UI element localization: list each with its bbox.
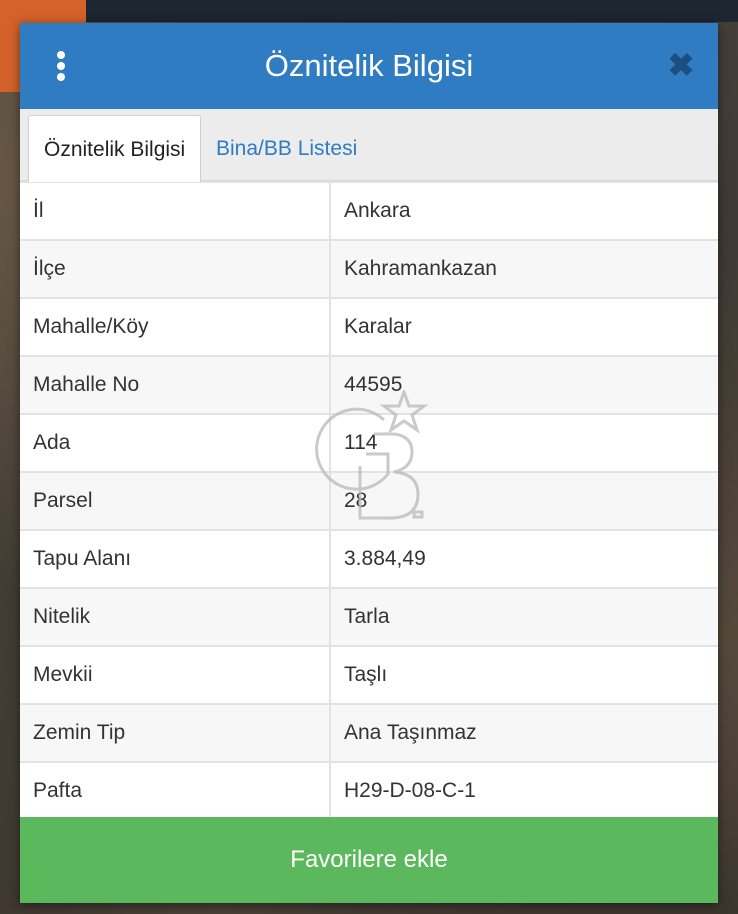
top-bar: [0, 0, 738, 22]
row-key: Mahalle No: [20, 355, 331, 415]
row-value: Kahramankazan: [329, 239, 718, 299]
row-key: Mevkii: [20, 645, 331, 705]
tab-bar: Öznitelik Bilgisi Bina/BB Listesi: [20, 109, 718, 182]
tab-building-list[interactable]: Bina/BB Listesi: [201, 115, 372, 182]
row-key: Zemin Tip: [20, 703, 331, 763]
table-row: Tapu Alanı 3.884,49: [20, 529, 718, 589]
kebab-menu-icon[interactable]: [54, 51, 68, 83]
table-row: Zemin Tip Ana Taşınmaz: [20, 703, 718, 763]
dialog-header: Öznitelik Bilgisi ✖: [20, 23, 718, 109]
row-value: 114: [329, 413, 718, 473]
table-row: Mahalle No 44595: [20, 355, 718, 415]
row-value: 28: [329, 471, 718, 531]
row-key: Tapu Alanı: [20, 529, 331, 589]
row-value: H29-D-08-C-1: [329, 761, 718, 821]
row-key: Pafta: [20, 761, 331, 821]
add-to-favorites-button[interactable]: Favorilere ekle: [20, 817, 718, 903]
row-key: İl: [20, 181, 331, 241]
row-value: 44595: [329, 355, 718, 415]
attribute-table: İl Ankara İlçe Kahramankazan Mahalle/Köy Ka…: [20, 181, 718, 821]
row-value: Ankara: [329, 181, 718, 241]
table-row: Nitelik Tarla: [20, 587, 718, 647]
row-value: 3.884,49: [329, 529, 718, 589]
table-row: Mahalle/Köy Karalar: [20, 297, 718, 357]
row-key: İlçe: [20, 239, 331, 299]
row-value: Tarla: [329, 587, 718, 647]
row-key: Ada: [20, 413, 331, 473]
row-value: Ana Taşınmaz: [329, 703, 718, 763]
attribute-dialog: Öznitelik Bilgisi ✖ Öznitelik Bilgisi Bi…: [20, 23, 718, 903]
tab-attribute-info[interactable]: Öznitelik Bilgisi: [28, 115, 202, 182]
table-row: Pafta H29-D-08-C-1: [20, 761, 718, 821]
table-row: Ada 114: [20, 413, 718, 473]
table-row: Mevkii Taşlı: [20, 645, 718, 705]
table-row: İl Ankara: [20, 181, 718, 241]
row-key: Parsel: [20, 471, 331, 531]
table-row: İlçe Kahramankazan: [20, 239, 718, 299]
row-key: Mahalle/Köy: [20, 297, 331, 357]
row-key: Nitelik: [20, 587, 331, 647]
table-row: Parsel 28: [20, 471, 718, 531]
dialog-title: Öznitelik Bilgisi: [264, 48, 474, 83]
row-value: Karalar: [329, 297, 718, 357]
row-value: Taşlı: [329, 645, 718, 705]
close-icon[interactable]: ✖: [666, 48, 696, 82]
